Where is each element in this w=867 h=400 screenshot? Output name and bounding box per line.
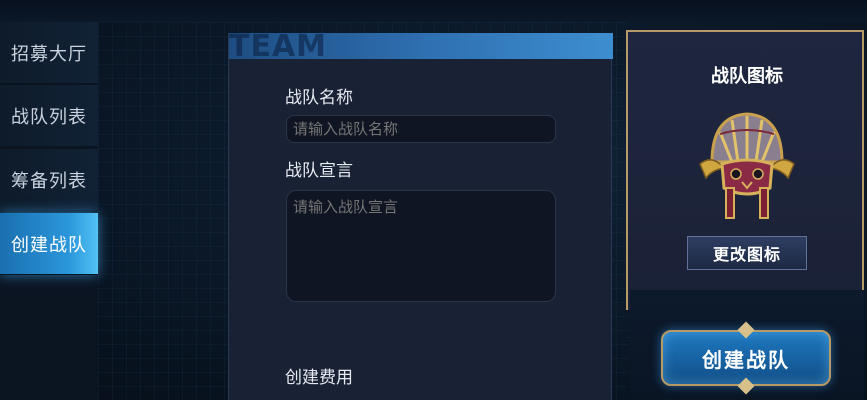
top-bar [0,0,867,22]
create-team-button-label: 创建战队 [702,347,790,372]
team-declaration-input[interactable] [286,190,556,302]
sidebar-item-recruit-hall[interactable]: 招募大厅 [0,22,98,84]
sidebar: 招募大厅 战队列表 筹备列表 创建战队 [0,22,98,400]
sidebar-item-label: 创建战队 [11,234,87,256]
sidebar-item-team-list[interactable]: 战队列表 [0,85,98,147]
sidebar-item-label: 战队列表 [11,106,87,128]
panel-header: TEAM [229,33,613,59]
panel-header-watermark: TEAM [229,33,328,59]
sidebar-item-create-team[interactable]: 创建战队 [0,213,98,275]
creation-fee-label: 创建费用 [285,368,353,388]
team-name-input[interactable] [286,115,556,143]
team-emblem-icon[interactable] [692,104,802,224]
sidebar-item-label: 招募大厅 [11,43,87,65]
sidebar-item-label: 筹备列表 [11,170,87,192]
team-name-label: 战队名称 [285,88,353,108]
team-declaration-label: 战队宣言 [285,161,353,181]
change-emblem-button[interactable]: 更改图标 [687,236,807,270]
create-team-form-panel: TEAM 战队名称 战队宣言 创建费用 [228,33,613,400]
emblem-title: 战队图标 [711,66,783,87]
sidebar-item-preparation-list[interactable]: 筹备列表 [0,149,98,211]
team-emblem-panel: 战队图标 更改图标 [626,30,864,338]
create-team-button[interactable]: 创建战队 [661,321,831,395]
